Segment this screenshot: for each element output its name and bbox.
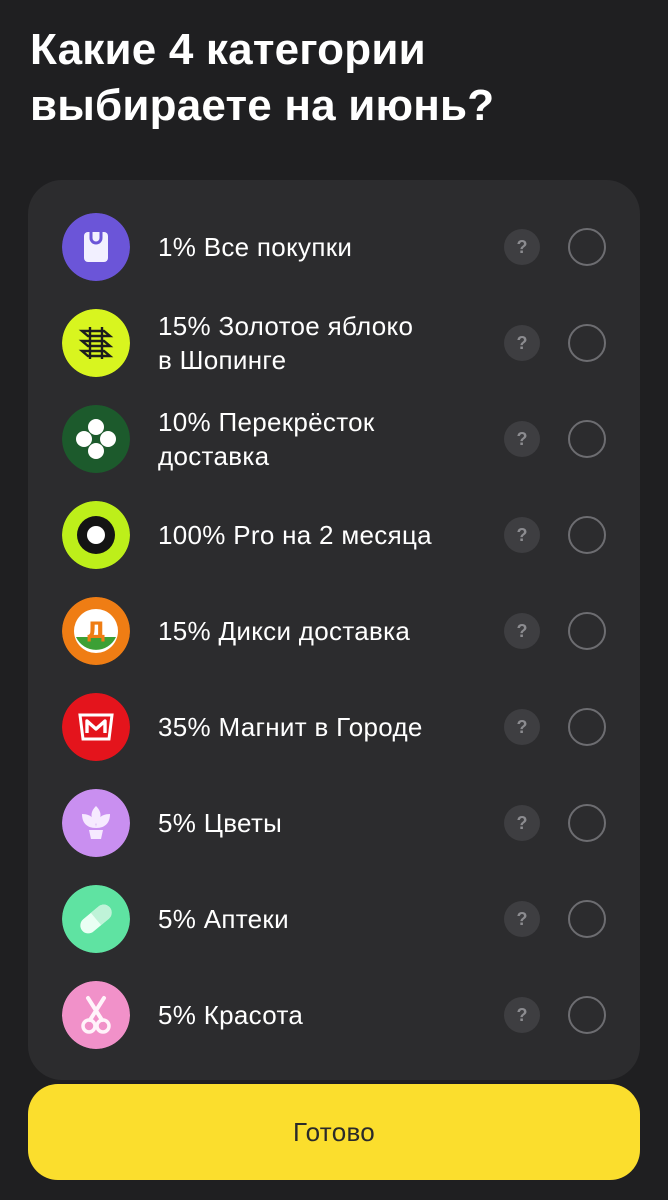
category-row-golden-apple[interactable]: 15% Золотое яблоко в Шопинге ? [28, 295, 640, 391]
select-radio[interactable] [568, 516, 606, 554]
scissors-icon [62, 981, 130, 1049]
help-button[interactable]: ? [504, 805, 540, 841]
category-label: 15% Дикси доставка [158, 616, 411, 646]
category-label: 5% Аптеки [158, 904, 289, 934]
category-row-pro[interactable]: 100% Pro на 2 месяца ? [28, 487, 640, 583]
help-button[interactable]: ? [504, 613, 540, 649]
select-radio[interactable] [568, 228, 606, 266]
select-radio[interactable] [568, 708, 606, 746]
help-button[interactable]: ? [504, 517, 540, 553]
select-radio[interactable] [568, 996, 606, 1034]
category-row-dixy[interactable]: Д 15% Дикси доставка ? [28, 583, 640, 679]
category-label: 35% Магнит в Городе [158, 712, 423, 742]
perekrestok-logo-icon [62, 405, 130, 473]
pro-ring-icon [62, 501, 130, 569]
help-button[interactable]: ? [504, 901, 540, 937]
category-label: 1% Все покупки [158, 232, 353, 262]
flower-icon [62, 789, 130, 857]
category-row-all-purchases[interactable]: 1% Все покупки ? [28, 199, 640, 295]
category-label: 10% Перекрёсток доставка [158, 407, 375, 471]
svg-text:Д: Д [86, 619, 106, 644]
category-row-beauty[interactable]: 5% Красота ? [28, 967, 640, 1063]
category-label: 100% Pro на 2 месяца [158, 520, 432, 550]
pill-icon [62, 885, 130, 953]
help-button[interactable]: ? [504, 325, 540, 361]
help-button[interactable]: ? [504, 421, 540, 457]
help-button[interactable]: ? [504, 709, 540, 745]
category-label: 5% Красота [158, 1000, 304, 1030]
category-row-perekrestok[interactable]: 10% Перекрёсток доставка ? [28, 391, 640, 487]
category-selection-screen: Какие 4 категории выбираете на июнь? 1% … [0, 0, 668, 1200]
help-button[interactable]: ? [504, 997, 540, 1033]
help-button[interactable]: ? [504, 229, 540, 265]
category-row-magnit[interactable]: 35% Магнит в Городе ? [28, 679, 640, 775]
done-button[interactable]: Готово [28, 1084, 640, 1180]
category-label: 15% Золотое яблоко в Шопинге [158, 311, 414, 375]
category-row-flowers[interactable]: 5% Цветы ? [28, 775, 640, 871]
page-title: Какие 4 категории выбираете на июнь? [30, 25, 495, 130]
category-label: 5% Цветы [158, 808, 283, 838]
select-radio[interactable] [568, 900, 606, 938]
select-radio[interactable] [568, 324, 606, 362]
magnit-logo-icon [62, 693, 130, 761]
shopping-bag-icon [62, 213, 130, 281]
golden-apple-logo-icon [62, 309, 130, 377]
category-row-pharmacy[interactable]: 5% Аптеки ? [28, 871, 640, 967]
dixy-logo-icon: Д [62, 597, 130, 665]
select-radio[interactable] [568, 612, 606, 650]
category-list: 1% Все покупки ? 15% Золотое яблоко в Шо… [28, 180, 640, 1080]
select-radio[interactable] [568, 420, 606, 458]
select-radio[interactable] [568, 804, 606, 842]
